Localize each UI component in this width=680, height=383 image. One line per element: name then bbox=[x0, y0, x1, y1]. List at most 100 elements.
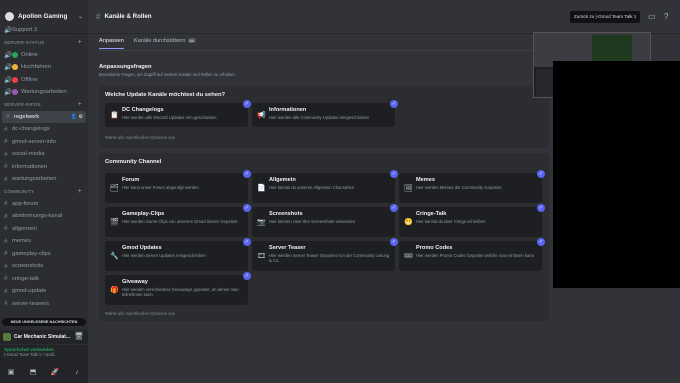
grimace-icon: 😬 bbox=[404, 219, 413, 226]
option-card[interactable]: 🗂 Forum Hier kann unser Forum abgerufgt … bbox=[105, 170, 251, 203]
channel-gameplay-clips[interactable]: # gameplay-clips bbox=[0, 248, 88, 261]
tab-bar: Anpassen Kanäle durchstöbern 64 bbox=[99, 38, 196, 49]
tab-browse-channels[interactable]: Kanäle durchstöbern 64 bbox=[134, 38, 196, 49]
voice-icon: 🔊 bbox=[4, 89, 12, 97]
image-icon: 🖼 bbox=[404, 185, 413, 192]
channel-abstimmungs-kanal[interactable]: # abstimmungs-kanal bbox=[0, 210, 88, 223]
hash-icon: # bbox=[4, 175, 8, 183]
channel-status-wartungsarbeiten[interactable]: 🔊 Wartungsarbeiten bbox=[0, 86, 88, 99]
hash-icon: # bbox=[6, 113, 10, 121]
check-icon: ✓ bbox=[243, 100, 251, 108]
channel-gmod-server-info[interactable]: # gmod-server-info bbox=[0, 136, 88, 149]
clapper-icon: 🎬 bbox=[110, 219, 119, 226]
new-messages-pill[interactable]: NEUE UNGELESENE NACHRICHTEN bbox=[2, 318, 86, 326]
hash-icon: # bbox=[96, 12, 101, 21]
hash-icon: # bbox=[4, 225, 8, 233]
option-card[interactable]: 📢 Informationen Hier werden alle Communi… bbox=[252, 100, 398, 127]
monitor-icon[interactable]: 🖥 bbox=[73, 332, 85, 342]
voice-icon: 🔊 bbox=[4, 64, 12, 72]
game-icon bbox=[3, 333, 11, 341]
question-title: Community Channel bbox=[105, 159, 162, 165]
yellow-circle-icon bbox=[12, 64, 18, 71]
section-subtitle: Beantworte Fragen, um Zugriff auf weiter… bbox=[99, 72, 236, 77]
help-icon[interactable]: ? bbox=[664, 12, 668, 21]
channel-status-hochfahren[interactable]: 🔊 Hochfahren bbox=[0, 61, 88, 74]
check-icon: ✓ bbox=[390, 204, 398, 212]
tab-divider bbox=[99, 50, 549, 51]
category-server-infos[interactable]: SERVER-INFOS + bbox=[0, 99, 88, 111]
page-title: Kanäle & Rollen bbox=[104, 13, 152, 20]
channel-support[interactable]: 🔊 Support 3 bbox=[0, 24, 88, 37]
soundboard-icon[interactable]: ♪ bbox=[71, 368, 83, 378]
user-controls: ▣ ⬒ 🚀 ♪ bbox=[0, 363, 88, 383]
green-circle-icon bbox=[12, 51, 18, 58]
channel-gmod-update[interactable]: # gmod-update bbox=[0, 285, 88, 298]
wrench-icon: 🔧 bbox=[110, 253, 119, 260]
voice-icon: 🔊 bbox=[4, 76, 12, 84]
channel-status-online[interactable]: 🔊 Online bbox=[0, 49, 88, 62]
back-to-voice-button[interactable]: Zurück zu |-Gmod Team Talk 1 bbox=[570, 11, 641, 23]
channel-allgemein[interactable]: # allgemein bbox=[0, 223, 88, 236]
hash-icon: # bbox=[4, 150, 8, 158]
game-name: Car Mechanic Simulat... bbox=[14, 334, 71, 340]
channel-regelwerk[interactable]: # regelwerk 👤 ⚙ bbox=[2, 110, 86, 123]
preview-map bbox=[592, 35, 632, 63]
option-card[interactable]: 📄 Allgemein Hier kannst du unseren Allge… bbox=[252, 170, 398, 203]
channel-status-offline[interactable]: 🔊 Offline bbox=[0, 74, 88, 87]
megaphone-icon: 📢 bbox=[257, 112, 266, 119]
question-footer: Wähle alle zutreffenden Optionen aus bbox=[105, 135, 175, 140]
redacted-overlay bbox=[553, 61, 680, 288]
option-card[interactable]: 🎞 Server Teaser Hier werden Server Tease… bbox=[252, 238, 398, 271]
channel-dc-changelogs[interactable]: # dc-changelogs bbox=[0, 123, 88, 136]
option-card[interactable]: 😬 Cringe-Talk Hier kannst du über Cringe… bbox=[399, 204, 545, 237]
check-icon: ✓ bbox=[243, 238, 251, 246]
forum-icon: 🗂 bbox=[110, 185, 119, 192]
option-card[interactable]: 🔧 Gmod Updates Hier werden Server Update… bbox=[105, 238, 251, 271]
hash-icon: # bbox=[4, 138, 8, 146]
channel-memes[interactable]: # memes bbox=[0, 235, 88, 248]
voice-channel: |-Gmod Team Talk 1 / Apoll... bbox=[4, 352, 58, 357]
hash-icon: # bbox=[4, 262, 8, 270]
category-server-status[interactable]: SERVER-STATUS + bbox=[0, 37, 88, 49]
film-icon: 🎞 bbox=[257, 253, 266, 260]
question-panel-updates: Welche Update Kanäle möchtest du sehen? … bbox=[99, 86, 549, 148]
camera-icon: 📷 bbox=[257, 219, 266, 226]
option-card[interactable]: 🎬 Gameplay-Clips Hier werden Game Clips … bbox=[105, 204, 251, 237]
top-bar: # Kanäle & Rollen Zurück zu |-Gmod Team … bbox=[88, 0, 680, 34]
check-icon: ✓ bbox=[537, 204, 545, 212]
channel-wartungsarbeiten[interactable]: # wartungsarbeiten bbox=[0, 173, 88, 186]
channel-screenshots[interactable]: # screenshots bbox=[0, 260, 88, 273]
voice-icon: 🔊 bbox=[4, 51, 12, 59]
channel-app-forum[interactable]: # app-forum bbox=[0, 198, 88, 211]
hash-icon: # bbox=[4, 200, 8, 208]
option-card[interactable]: 🎁 Giveaway Hier werden verschiedene Give… bbox=[105, 272, 251, 305]
add-channel-icon[interactable]: + bbox=[78, 188, 82, 195]
option-card[interactable]: 🎟 Promo Codes Hier werden Promo Codes Ge… bbox=[399, 238, 545, 271]
channel-cringe-talk[interactable]: # cringe-talk bbox=[0, 273, 88, 286]
option-card[interactable]: 📋 DC Changelogs Hier werden alle Discord… bbox=[105, 100, 251, 127]
channel-server-teasers[interactable]: # server-teasers bbox=[0, 298, 88, 311]
purple-circle-icon bbox=[12, 89, 18, 96]
inbox-icon[interactable]: ▭ bbox=[648, 12, 656, 21]
chevron-down-icon[interactable]: ⌄ bbox=[78, 13, 83, 20]
channel-informationen[interactable]: # informationen bbox=[0, 161, 88, 174]
section-title: Anpassungsfragen bbox=[99, 64, 152, 70]
check-icon: ✓ bbox=[390, 170, 398, 178]
screen-share-icon[interactable]: ⬒ bbox=[27, 368, 39, 378]
tab-anpassen[interactable]: Anpassen bbox=[99, 38, 124, 49]
check-icon: ✓ bbox=[390, 100, 398, 108]
option-card[interactable]: 🖼 Memes Hier werden Memes der Community … bbox=[399, 170, 545, 203]
add-channel-icon[interactable]: + bbox=[78, 39, 82, 46]
add-member-icon[interactable]: 👤 ⚙ bbox=[71, 114, 83, 120]
hash-icon: # bbox=[4, 125, 8, 133]
check-icon: ✓ bbox=[243, 170, 251, 178]
category-community[interactable]: COMMUNITY + bbox=[0, 186, 88, 198]
ticket-icon: 🎟 bbox=[404, 253, 413, 260]
add-channel-icon[interactable]: + bbox=[78, 101, 82, 108]
option-card[interactable]: 📷 Screenshots Hier können User Ihre Scre… bbox=[252, 204, 398, 237]
channel-social-media[interactable]: # social-media bbox=[0, 148, 88, 161]
game-activity-bar: Car Mechanic Simulat... 🖥 bbox=[0, 330, 88, 344]
gift-icon: 🎁 bbox=[110, 287, 119, 294]
activity-icon[interactable]: 🚀 bbox=[49, 368, 61, 378]
camera-icon[interactable]: ▣ bbox=[5, 368, 17, 378]
